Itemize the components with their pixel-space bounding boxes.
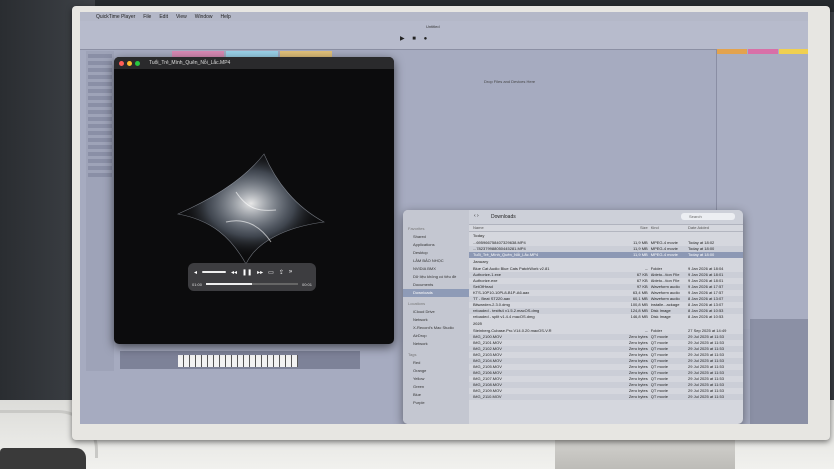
column-header[interactable]: Name — [469, 224, 620, 231]
sidebar-item[interactable]: Documents — [403, 281, 469, 289]
finder-window[interactable]: Favorites Shared Applications Desktop LÂM BẢ… — [403, 210, 743, 424]
sidebar-section-header: Locations — [408, 301, 426, 306]
file-size: Zero bytes — [628, 394, 648, 399]
menu-item[interactable]: Window — [195, 14, 213, 20]
drop-hint: Drop Files and Devices Here — [484, 79, 536, 84]
file-date: 8 Jan 2026 at 10:53 — [688, 314, 724, 319]
sidebar-tag[interactable]: Purple — [403, 399, 469, 407]
sidebar-tag[interactable]: Yellow — [403, 375, 469, 383]
mac-mini-device — [0, 448, 86, 469]
back-forward-icon[interactable]: ‹ › — [474, 213, 479, 219]
rewind-icon[interactable]: ◂◂ — [231, 269, 237, 276]
forward-icon[interactable]: ▸▸ — [257, 269, 263, 276]
sidebar-item[interactable]: Desktop — [403, 249, 469, 257]
file-name: reloaded - split v1.4.4 macOS.dmg — [473, 314, 535, 319]
column-headers: Name Size Kind Date Added — [469, 224, 743, 232]
sidebar-item[interactable]: Network — [403, 340, 469, 348]
time-remaining: 00:01 — [301, 281, 312, 287]
file-date: 29 Jul 2025 at 11:53 — [688, 394, 724, 399]
menu-item[interactable]: QuickTime Player — [96, 14, 135, 20]
airplay-icon[interactable]: ▭ — [268, 269, 274, 276]
group-header: January — [473, 259, 489, 264]
menu-item[interactable]: View — [176, 14, 187, 20]
scrubber[interactable] — [206, 283, 298, 285]
group-header: 2025 — [473, 321, 482, 326]
search-input[interactable]: Search — [681, 213, 735, 220]
sidebar-item[interactable]: Network — [403, 316, 469, 324]
share-icon[interactable]: ⇪ — [279, 269, 284, 276]
sidebar-item[interactable]: LÂM BẢO NHỌC — [403, 257, 469, 265]
time-elapsed: 01:00 — [192, 281, 203, 287]
menu-bar: QuickTime Player File Edit View Window Help — [80, 12, 808, 21]
sidebar-item[interactable]: Shared — [403, 233, 469, 241]
finder-sidebar: Favorites Shared Applications Desktop LÂM BẢ… — [403, 210, 469, 424]
file-kind: MPEG-4 movie — [650, 252, 678, 257]
menu-item[interactable]: Help — [221, 14, 231, 20]
menu-item[interactable]: File — [143, 14, 151, 20]
minimize-icon[interactable] — [127, 60, 132, 66]
video-player-window[interactable]: Tuổi_Trẻ_Mình_Quên_Nỗi_Lắc.MP4 ◂ ◂◂ ❚❚ ▸… — [114, 57, 394, 344]
file-kind: Disk Image — [650, 314, 671, 319]
finder-toolbar: ‹ › Downloads Search — [469, 210, 743, 225]
file-name: Tuổi_Trẻ_Mình_Quên_Nỗi_Lắc.MP4 — [473, 252, 539, 257]
sidebar-item[interactable]: AirDrop — [403, 332, 469, 340]
file-name: IMG_2110.MOV — [473, 394, 502, 399]
transport-controls[interactable]: ▶ ■ ● — [400, 35, 430, 42]
video-titlebar: Tuổi_Trẻ_Mình_Quên_Nỗi_Lắc.MP4 — [114, 57, 394, 69]
menu-item[interactable]: Edit — [159, 14, 168, 20]
file-list: Name Size Kind Date Added Today ...6959667584… — [469, 224, 743, 424]
daw-browser — [86, 51, 114, 371]
sidebar-item[interactable]: Dữ liệu không có tiêu đề — [403, 273, 469, 281]
sidebar-tag[interactable]: Orange — [403, 367, 469, 375]
playback-controls: ◂ ◂◂ ❚❚ ▸▸ ▭ ⇪ » 01:00 00:01 — [188, 263, 316, 291]
sidebar-tag[interactable]: Green — [403, 383, 469, 391]
sidebar-item[interactable]: iCloud Drive — [403, 308, 469, 316]
sidebar-item[interactable]: X-Record's Mac Studio — [403, 324, 469, 332]
file-date: Today at 18:00 — [688, 252, 715, 257]
file-kind: QT movie — [650, 394, 668, 399]
column-header[interactable]: Kind — [651, 224, 688, 231]
zoom-icon[interactable] — [135, 60, 140, 66]
column-header[interactable]: Date Added — [688, 224, 743, 231]
sidebar-item[interactable]: Downloads — [403, 289, 469, 297]
file-size: 146,8 MB — [630, 314, 648, 319]
daw-title: Untitled — [426, 24, 440, 29]
group-header: Today — [473, 233, 485, 238]
close-icon[interactable] — [119, 60, 124, 66]
more-icon[interactable]: » — [289, 269, 292, 275]
sidebar-item[interactable]: Applications — [403, 241, 469, 249]
daw-toolbar: Untitled ▶ ■ ● — [80, 21, 808, 50]
sidebar-item[interactable]: NVIDIA BMX — [403, 265, 469, 273]
monitor-stand — [555, 436, 735, 469]
column-header[interactable]: Size — [620, 224, 650, 231]
file-row[interactable]: Tuổi_Trẻ_Mình_Quên_Nỗi_Lắc.MP4 11,9 MB MPE… — [469, 252, 743, 258]
file-row[interactable]: reloaded - split v1.4.4 macOS.dmg 146,8 M… — [469, 314, 743, 320]
sidebar-section-header: Favorites — [408, 226, 425, 231]
volume-slider[interactable] — [202, 271, 227, 273]
particle-visual — [176, 153, 325, 265]
volume-icon[interactable]: ◂ — [194, 269, 197, 276]
monitor-screen: QuickTime Player File Edit View Window Help U… — [80, 12, 808, 424]
pause-icon[interactable]: ❚❚ — [242, 269, 252, 276]
sidebar-section-header: Tags — [408, 352, 417, 357]
file-row[interactable]: IMG_2110.MOV Zero bytes QT movie 29 Jul 202… — [469, 394, 743, 400]
sidebar-tag[interactable]: Red — [403, 359, 469, 367]
video-title: Tuổi_Trẻ_Mình_Quên_Nỗi_Lắc.MP4 — [149, 60, 231, 66]
sidebar-tag[interactable]: Blue — [403, 391, 469, 399]
finder-location: Downloads — [491, 214, 516, 220]
piano-keys[interactable] — [178, 355, 298, 367]
file-size: 11,9 MB — [633, 252, 648, 257]
mixer-panel[interactable] — [750, 319, 808, 424]
